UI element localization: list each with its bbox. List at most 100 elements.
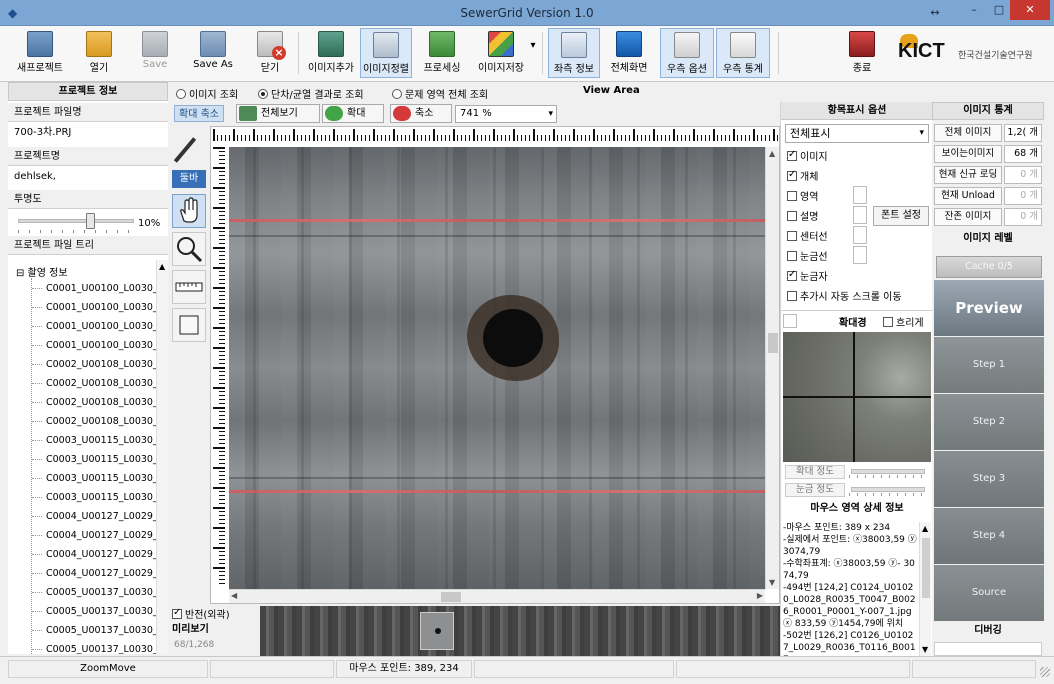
preview-thumbnail[interactable]	[260, 606, 780, 656]
tree-item[interactable]: C0002_U00108_L0030_R0	[31, 393, 168, 412]
pen-tool-button[interactable]	[172, 130, 206, 164]
opacity-slider-thumb[interactable]	[86, 213, 95, 229]
resize-icon[interactable]: ↔	[925, 3, 945, 23]
zoom-out-button[interactable]: 축소	[390, 104, 452, 123]
exit-button[interactable]: 종료	[842, 28, 882, 78]
grid-level-slider[interactable]	[849, 483, 927, 497]
close-project-button[interactable]: 닫기	[250, 28, 290, 78]
tree-item[interactable]: C0001_U00100_L0030_R0	[31, 298, 168, 317]
color-swatch[interactable]	[853, 186, 867, 204]
full-screen-button[interactable]: 전체화면	[604, 28, 654, 78]
magnifier-color-box[interactable]	[783, 314, 797, 328]
new-project-button[interactable]: 새프로젝트	[14, 28, 66, 78]
hscroll-thumb[interactable]	[441, 592, 461, 602]
level-preview-button[interactable]: Preview	[934, 280, 1044, 336]
open-button[interactable]: 열기	[78, 28, 120, 78]
scroll-up-icon[interactable]: ▲	[922, 524, 928, 533]
tree-item[interactable]: C0005_U00137_L0030_R0	[31, 583, 168, 602]
font-settings-button[interactable]: 폰트 설정	[873, 206, 929, 226]
option-checkbox[interactable]: 눈금자	[787, 268, 828, 283]
grid-level-button[interactable]: 눈금 정도	[785, 483, 845, 497]
project-file-value[interactable]: 700-3차.PRJ	[8, 122, 168, 144]
scroll-down-icon[interactable]: ▼	[769, 578, 775, 587]
scroll-down-icon[interactable]: ▼	[922, 645, 928, 654]
option-checkbox[interactable]: 센터선	[787, 228, 828, 243]
level-source-button[interactable]: Source	[934, 565, 1044, 621]
tree-item[interactable]: C0004_U00127_L0029_R0	[31, 526, 168, 545]
fill-tool-button[interactable]: 둘바	[172, 170, 206, 188]
processing-button[interactable]: 프로세싱	[420, 28, 464, 78]
display-select[interactable]: 전체표시 ▾	[785, 124, 929, 143]
tree-item[interactable]: C0005_U00137_L0030_R0	[31, 640, 168, 654]
tree-item[interactable]: C0004_U00127_L0029_R0	[31, 564, 168, 583]
save-button[interactable]: Save	[134, 28, 176, 78]
scroll-right-icon[interactable]: ▶	[757, 591, 763, 600]
detail-scrollbar[interactable]: ▲ ▼	[919, 522, 931, 656]
invert-checkbox[interactable]: 반전(외곽)	[172, 606, 230, 621]
add-image-button[interactable]: 이미지추가	[304, 28, 358, 78]
tree-item[interactable]: C0005_U00137_L0030_R0	[31, 602, 168, 621]
option-checkbox[interactable]: 개체	[787, 168, 818, 183]
sewer-pipe-image[interactable]	[229, 147, 765, 589]
scroll-up-icon[interactable]: ▲	[769, 149, 775, 158]
save-image-dropdown[interactable]: ▾	[528, 40, 538, 56]
scroll-left-icon[interactable]: ◀	[231, 591, 237, 600]
option-checkbox[interactable]: 설명	[787, 208, 818, 223]
vscroll-thumb[interactable]	[768, 333, 778, 353]
level-step3-button[interactable]: Step 3	[934, 451, 1044, 507]
zoom-select[interactable]: 741 % ▾	[455, 105, 557, 123]
opacity-slider-track[interactable]	[18, 219, 134, 223]
tree-item[interactable]: C0001_U00100_L0030_R0	[31, 336, 168, 355]
level-step2-button[interactable]: Step 2	[934, 394, 1044, 450]
mode-problem-radio[interactable]: 문제 영역 전체 조회	[392, 86, 488, 101]
blur-checkbox[interactable]: 흐리게	[883, 314, 924, 329]
mode-image-radio[interactable]: 이미지 조회	[176, 86, 238, 101]
minimize-button[interactable]: –	[962, 0, 986, 20]
option-checkbox[interactable]: 영역	[787, 188, 818, 203]
tree-item[interactable]: C0002_U00108_L0030_R0	[31, 412, 168, 431]
tree-item[interactable]: C0002_U00108_L0030_R0	[31, 374, 168, 393]
level-step4-button[interactable]: Step 4	[934, 508, 1044, 564]
option-checkbox[interactable]: 이미지	[787, 148, 828, 163]
canvas-vertical-scrollbar[interactable]: ▲ ▼	[765, 147, 779, 589]
color-swatch[interactable]	[853, 246, 867, 264]
color-swatch[interactable]	[853, 226, 867, 244]
tree-scrollbar[interactable]: ▲	[156, 260, 168, 654]
mode-defect-radio[interactable]: 단차/균열 결과로 조회	[258, 86, 364, 101]
pan-tool-button[interactable]	[172, 194, 206, 228]
option-checkbox[interactable]: 추가시 자동 스크롤 이동	[787, 288, 902, 303]
zoom-level-button[interactable]: 확대 정도	[785, 465, 845, 479]
save-image-button[interactable]: 이미지저장	[474, 28, 528, 78]
project-file-tree[interactable]: ⊟ 촬영 정보 C0001_U00100_L0030_R0 C0001_U0010…	[8, 260, 168, 654]
tree-item[interactable]: C0003_U00115_L0030_R0	[31, 431, 168, 450]
select-rect-tool-button[interactable]	[172, 308, 206, 342]
tree-item[interactable]: C0004_U00127_L0029_R0	[31, 507, 168, 526]
tree-item[interactable]: C0003_U00115_L0030_R0	[31, 488, 168, 507]
zoom-level-slider[interactable]	[849, 465, 927, 479]
resize-grip-icon[interactable]	[1040, 667, 1050, 677]
sort-image-button[interactable]: 이미지정렬	[360, 28, 412, 78]
project-name-value[interactable]: dehlsek,	[8, 166, 168, 188]
close-window-button[interactable]: ✕	[1010, 0, 1050, 20]
right-options-button[interactable]: 우측 옵션	[660, 28, 714, 78]
scroll-up-icon[interactable]: ▲	[159, 262, 165, 271]
maximize-button[interactable]: □	[988, 0, 1010, 20]
view-area-canvas[interactable]: ◀ ▶ ▲ ▼	[210, 126, 780, 604]
tree-item[interactable]: C0001_U00100_L0030_R0	[31, 279, 168, 298]
detail-scroll-thumb[interactable]	[922, 538, 930, 598]
defect-hole[interactable]	[483, 309, 543, 367]
fit-view-button[interactable]: 전체보기	[236, 104, 320, 123]
tree-item[interactable]: C0003_U00115_L0030_R0	[31, 469, 168, 488]
preview-viewport-marker[interactable]	[420, 612, 454, 650]
tree-item[interactable]: C0002_U00108_L0030_R0	[31, 355, 168, 374]
ruler-tool-button[interactable]	[172, 270, 206, 304]
tree-item[interactable]: C0004_U00127_L0029_R0	[31, 545, 168, 564]
tree-item[interactable]: C0001_U00100_L0030_R0	[31, 317, 168, 336]
tree-item[interactable]: C0003_U00115_L0030_R0	[31, 450, 168, 469]
right-stats-button[interactable]: 우측 통계	[716, 28, 770, 78]
save-as-button[interactable]: Save As	[190, 28, 236, 78]
canvas-horizontal-scrollbar[interactable]: ◀ ▶	[229, 589, 765, 603]
tree-root-node[interactable]: ⊟ 촬영 정보	[16, 264, 68, 279]
debug-field[interactable]	[934, 642, 1042, 656]
option-checkbox[interactable]: 눈금선	[787, 248, 828, 263]
